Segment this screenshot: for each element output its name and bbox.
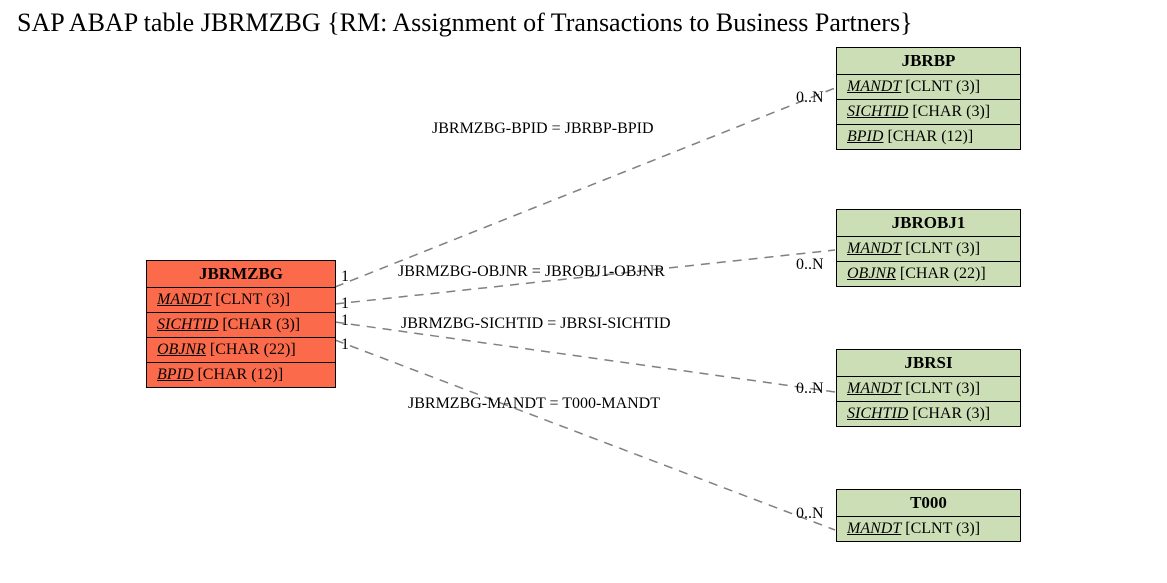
field-row: BPID [CHAR (12)] — [837, 125, 1020, 149]
entity-jbrmzbg: JBRMZBG MANDT [CLNT (3)] SICHTID [CHAR (… — [146, 260, 336, 388]
field-row: MANDT [CLNT (3)] — [147, 288, 335, 313]
field-row: SICHTID [CHAR (3)] — [147, 313, 335, 338]
relation-label: JBRMZBG-SICHTID = JBRSI-SICHTID — [401, 315, 671, 333]
entity-jbrsi: JBRSI MANDT [CLNT (3)] SICHTID [CHAR (3)… — [836, 349, 1021, 427]
field-row: SICHTID [CHAR (3)] — [837, 402, 1020, 426]
entity-jbrbp: JBRBP MANDT [CLNT (3)] SICHTID [CHAR (3)… — [836, 47, 1021, 150]
entity-header: JBRMZBG — [147, 261, 335, 288]
diagram-title: SAP ABAP table JBRMZBG {RM: Assignment o… — [17, 8, 913, 38]
field-row: MANDT [CLNT (3)] — [837, 517, 1020, 541]
cardinality-label: 1 — [341, 268, 349, 286]
field-row: MANDT [CLNT (3)] — [837, 75, 1020, 100]
entity-t000: T000 MANDT [CLNT (3)] — [836, 489, 1021, 542]
relation-label: JBRMZBG-OBJNR = JBROBJ1-OBJNR — [398, 263, 665, 281]
cardinality-label: 1 — [341, 295, 349, 313]
relation-label: JBRMZBG-MANDT = T000-MANDT — [408, 395, 660, 413]
entity-jbrobj1: JBROBJ1 MANDT [CLNT (3)] OBJNR [CHAR (22… — [836, 209, 1021, 287]
field-row: MANDT [CLNT (3)] — [837, 237, 1020, 262]
field-row: OBJNR [CHAR (22)] — [837, 262, 1020, 286]
field-row: MANDT [CLNT (3)] — [837, 377, 1020, 402]
entity-header: JBROBJ1 — [837, 210, 1020, 237]
cardinality-label: 1 — [341, 336, 349, 354]
cardinality-label: 1 — [341, 312, 349, 330]
field-row: OBJNR [CHAR (22)] — [147, 338, 335, 363]
cardinality-label: 0..N — [796, 89, 824, 107]
cardinality-label: 0..N — [796, 256, 824, 274]
field-row: BPID [CHAR (12)] — [147, 363, 335, 387]
entity-header: JBRBP — [837, 48, 1020, 75]
cardinality-label: 0..N — [796, 380, 824, 398]
field-row: SICHTID [CHAR (3)] — [837, 100, 1020, 125]
relation-label: JBRMZBG-BPID = JBRBP-BPID — [432, 120, 654, 138]
entity-header: T000 — [837, 490, 1020, 517]
cardinality-label: 0..N — [796, 505, 824, 523]
entity-header: JBRSI — [837, 350, 1020, 377]
